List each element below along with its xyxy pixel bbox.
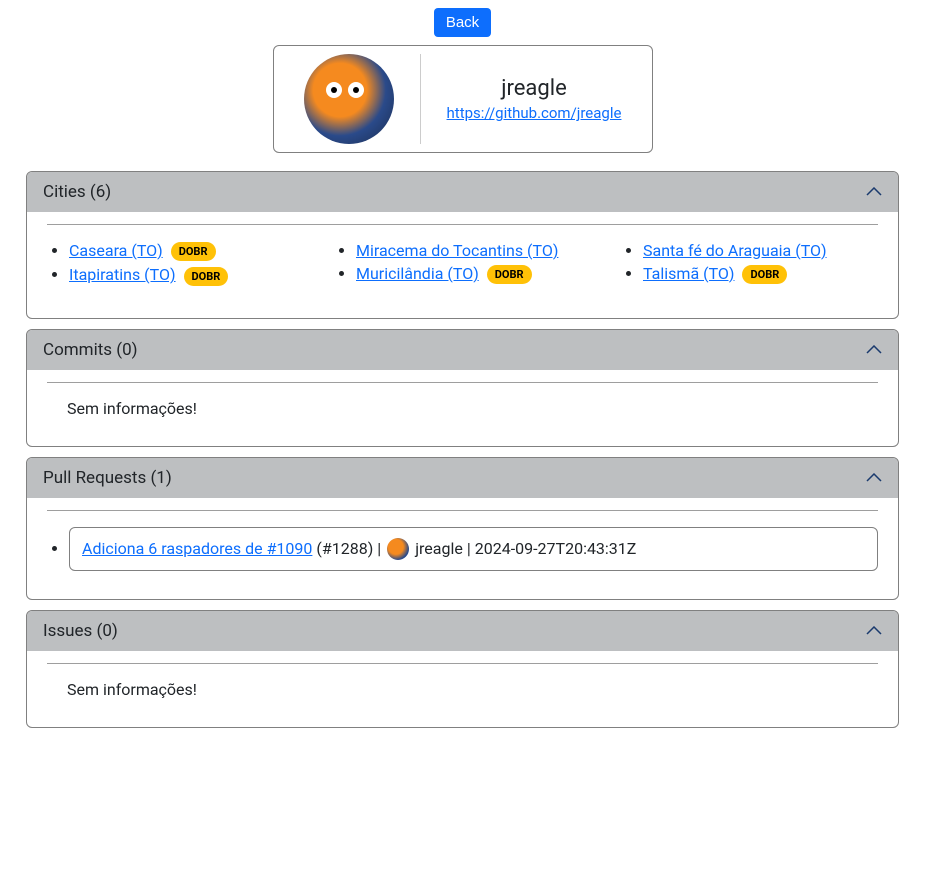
pull-request-box: Adiciona 6 raspadores de #1090 (#1288) |… xyxy=(69,527,878,571)
divider xyxy=(47,224,878,225)
divider xyxy=(47,510,878,511)
pull-request-author-avatar xyxy=(387,538,409,560)
pull-request-item: Adiciona 6 raspadores de #1090 (#1288) |… xyxy=(69,527,878,571)
city-link[interactable]: Muricilândia (TO) xyxy=(356,264,479,283)
avatar xyxy=(304,54,394,144)
city-link[interactable]: Santa fé do Araguaia (TO) xyxy=(643,241,827,260)
profile-card: jreagle https://github.com/jreagle xyxy=(273,45,653,153)
city-link[interactable]: Miracema do Tocantins (TO) xyxy=(356,241,558,260)
separator: | xyxy=(377,539,381,558)
city-badge: DOBR xyxy=(184,267,229,286)
city-badge: DOBR xyxy=(742,265,787,284)
pull-request-number: (#1288) xyxy=(316,539,373,558)
city-link[interactable]: Itapiratins (TO) xyxy=(69,265,176,284)
city-item: Itapiratins (TO) DOBR xyxy=(69,265,304,285)
issues-panel: Issues (0) Sem informações! xyxy=(26,610,899,728)
commits-panel-title: Commits (0) xyxy=(43,340,138,360)
city-item: Caseara (TO) DOBR xyxy=(69,241,304,261)
cities-panel-title: Cities (6) xyxy=(43,182,111,202)
back-button[interactable]: Back xyxy=(434,8,491,37)
pulls-panel: Pull Requests (1) Adiciona 6 raspadores … xyxy=(26,457,899,600)
commits-panel: Commits (0) Sem informações! xyxy=(26,329,899,447)
city-badge: DOBR xyxy=(171,242,216,261)
pulls-panel-header[interactable]: Pull Requests (1) xyxy=(27,458,898,498)
city-link[interactable]: Caseara (TO) xyxy=(69,241,163,260)
issues-panel-header[interactable]: Issues (0) xyxy=(27,611,898,651)
chevron-up-icon xyxy=(866,626,882,636)
pull-request-author: jreagle xyxy=(415,539,463,558)
pull-request-date: 2024-09-27T20:43:31Z xyxy=(475,539,637,558)
cities-panel-header[interactable]: Cities (6) xyxy=(27,172,898,212)
divider xyxy=(47,663,878,664)
cities-columns: Caseara (TO) DOBRItapiratins (TO) DOBRMi… xyxy=(47,241,878,290)
cities-panel: Cities (6) Caseara (TO) DOBRItapiratins … xyxy=(26,171,899,319)
city-item: Santa fé do Araguaia (TO) xyxy=(643,241,878,260)
profile-name: jreagle xyxy=(447,76,622,101)
chevron-up-icon xyxy=(866,187,882,197)
city-link[interactable]: Talismã (TO) xyxy=(643,264,735,283)
separator: | xyxy=(467,539,471,558)
city-item: Miracema do Tocantins (TO) xyxy=(356,241,591,260)
commits-panel-header[interactable]: Commits (0) xyxy=(27,330,898,370)
pull-request-list: Adiciona 6 raspadores de #1090 (#1288) |… xyxy=(47,527,878,571)
city-item: Muricilândia (TO) DOBR xyxy=(356,264,591,284)
divider xyxy=(47,382,878,383)
profile-url-link[interactable]: https://github.com/jreagle xyxy=(447,104,622,122)
pulls-panel-title: Pull Requests (1) xyxy=(43,468,172,488)
city-badge: DOBR xyxy=(487,265,532,284)
vertical-divider xyxy=(420,54,421,144)
issues-empty-message: Sem informações! xyxy=(47,680,878,699)
chevron-up-icon xyxy=(866,473,882,483)
city-item: Talismã (TO) DOBR xyxy=(643,264,878,284)
issues-panel-title: Issues (0) xyxy=(43,621,118,641)
pull-request-link[interactable]: Adiciona 6 raspadores de #1090 xyxy=(82,539,312,558)
chevron-up-icon xyxy=(866,345,882,355)
commits-empty-message: Sem informações! xyxy=(47,399,878,418)
